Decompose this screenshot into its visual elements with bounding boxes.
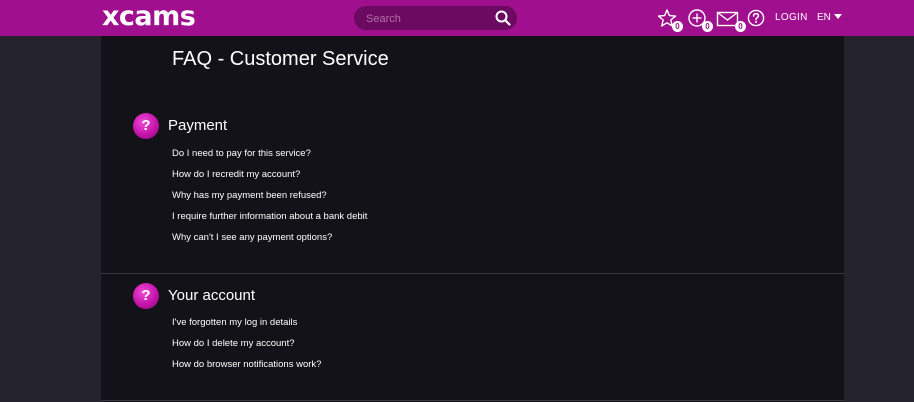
faq-link[interactable]: I require further information about a ba… (172, 211, 367, 222)
favorites-button[interactable]: 0 (657, 8, 683, 32)
question-icon: ? (133, 283, 159, 309)
credits-button[interactable]: 0 (687, 8, 713, 32)
language-selector[interactable]: EN (817, 12, 842, 23)
top-navigation-bar: xcams 0 0 (0, 0, 914, 36)
question-icon: ? (133, 113, 159, 139)
section-divider (101, 400, 844, 401)
section-divider (101, 273, 844, 274)
language-label: EN (817, 12, 831, 23)
chevron-down-icon (833, 14, 842, 19)
faq-content: FAQ - Customer Service ? Payment Do I ne… (101, 36, 844, 402)
credits-count-badge: 0 (702, 21, 713, 32)
faq-link[interactable]: Why can't I see any payment options? (172, 232, 332, 243)
section-title-payment: Payment (168, 117, 228, 134)
faq-link[interactable]: How do browser notifications work? (172, 359, 321, 370)
search-input[interactable] (364, 9, 488, 29)
messages-button[interactable]: 0 (716, 8, 746, 32)
faq-link[interactable]: Do I need to pay for this service? (172, 148, 311, 159)
help-icon[interactable] (747, 9, 765, 27)
faq-link[interactable]: I've forgotten my log in details (172, 317, 297, 328)
logo[interactable]: xcams (102, 3, 196, 31)
faq-link[interactable]: Why has my payment been refused? (172, 190, 327, 201)
section-title-your-account: Your account (168, 287, 256, 304)
faq-link[interactable]: How do I recredit my account? (172, 169, 300, 180)
search-icon[interactable] (494, 9, 512, 27)
page-title: FAQ - Customer Service (172, 48, 389, 70)
favorites-count-badge: 0 (672, 21, 683, 32)
faq-link[interactable]: How do I delete my account? (172, 338, 295, 349)
messages-count-badge: 0 (735, 21, 746, 32)
search-box (354, 6, 517, 30)
login-link[interactable]: LOGIN (775, 12, 808, 23)
